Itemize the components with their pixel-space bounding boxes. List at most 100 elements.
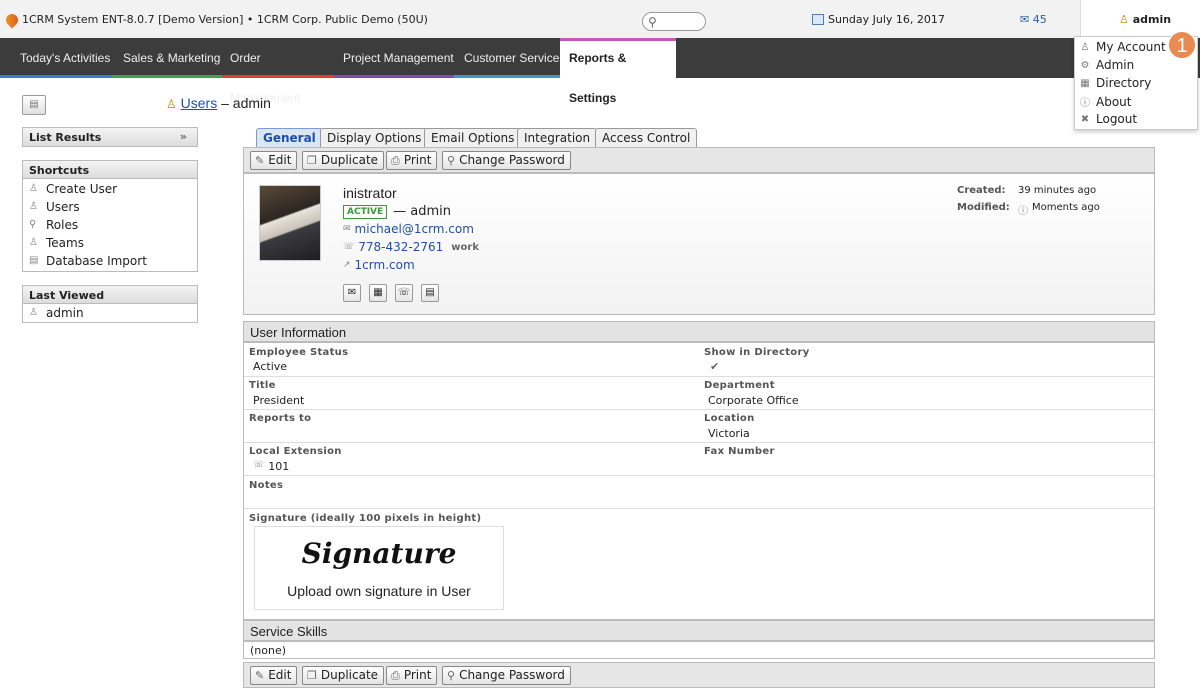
profile-status-row: ACTIVE — admin [343, 204, 451, 219]
duplicate-button[interactable]: ❐ Duplicate [302, 151, 385, 170]
nav-customer-service[interactable]: Customer Service [454, 38, 560, 78]
menu-item-my-account[interactable]: ♙ My Account [1079, 40, 1166, 54]
info-icon: ⓘ [1080, 98, 1090, 109]
change-password-button[interactable]: ⚲ Change Password [442, 666, 571, 685]
copy-icon: ❐ [307, 669, 317, 682]
nav-accent-bar [222, 75, 334, 78]
shortcut-users[interactable]: ♙ Users [23, 198, 197, 216]
location-value: Victoria [708, 427, 750, 440]
nav-accent-bar [0, 75, 112, 78]
main-nav: Today's Activities Sales & Marketing Ord… [0, 38, 1200, 105]
key-icon: ⚲ [29, 219, 37, 230]
tab-access-control[interactable]: Access Control [595, 128, 698, 147]
nav-reports-settings[interactable]: Reports & Settings [560, 38, 676, 105]
phone-icon: ☏ [343, 242, 355, 252]
sidebar-toggle-button[interactable]: ▤ [22, 95, 46, 115]
list-results-header[interactable]: List Results » [23, 128, 197, 146]
notes-label: Notes [249, 480, 284, 491]
close-icon: ✖ [1080, 113, 1090, 125]
profile-email-row: ✉ michael@1crm.com [343, 222, 474, 236]
tab-display-options[interactable]: Display Options [320, 128, 429, 147]
key-icon: ⚲ [447, 154, 456, 167]
profile-name: inistrator [343, 185, 397, 201]
pencil-icon: ✎ [255, 154, 265, 167]
breadcrumb-users-link[interactable]: Users [181, 95, 218, 111]
service-skills-panel: (none) [243, 641, 1155, 659]
tab-integration[interactable]: Integration [517, 128, 598, 147]
service-skills-value: (none) [250, 644, 287, 657]
app-title: 1CRM System ENT-8.0.7 [Demo Version] • 1… [3, 11, 428, 28]
nav-accent-bar [334, 75, 454, 78]
print-button[interactable]: ⎙ Print [386, 151, 438, 170]
signature-label: Signature (ideally 100 pixels in height) [249, 513, 482, 524]
gear-icon: ⚙ [1080, 59, 1090, 71]
tab-email-options[interactable]: Email Options [424, 128, 522, 147]
shortcut-create-user[interactable]: ♙ Create User [23, 180, 197, 198]
record-toolbar-bottom: ✎ Edit ❐ Duplicate ⎙ Print ⚲ Change Password [243, 662, 1155, 688]
nav-order-management[interactable]: Order Management [222, 38, 334, 105]
website-link[interactable]: 1crm.com [355, 258, 415, 272]
printer-icon: ⎙ [391, 669, 400, 682]
date-display[interactable]: Sunday July 16, 2017 [812, 13, 945, 26]
vcard-icon[interactable]: ▦ [369, 284, 387, 302]
profile-website-row: ↗ 1crm.com [343, 258, 415, 272]
breadcrumb: ♙ Users – admin [166, 95, 271, 111]
teams-icon: ♙ [29, 237, 38, 248]
menu-item-directory[interactable]: ▦ Directory [1079, 76, 1151, 90]
copy-icon: ❐ [307, 154, 317, 167]
pencil-icon: ✎ [255, 669, 265, 682]
shortcut-roles[interactable]: ⚲ Roles [23, 216, 197, 234]
phone-link[interactable]: 778-432-2761 [358, 240, 443, 254]
row-divider [244, 442, 1154, 443]
import-icon: ▤ [29, 255, 39, 266]
add-user-icon: ♙ [29, 183, 38, 194]
nav-todays-activities[interactable]: Today's Activities [0, 38, 112, 78]
profile-phone-row: ☏ 778-432-2761 work [343, 240, 479, 254]
local-extension-row: ☏ 101 [253, 460, 290, 473]
email-link[interactable]: michael@1crm.com [355, 222, 474, 236]
menu-item-logout[interactable]: ✖ Logout [1079, 112, 1137, 126]
list-results-box[interactable]: List Results » [22, 127, 198, 147]
user-icon: ♙ [1119, 13, 1129, 26]
row-divider [244, 409, 1154, 410]
change-password-button[interactable]: ⚲ Change Password [442, 151, 571, 170]
mail-count-link[interactable]: ✉ 45 [1020, 13, 1047, 26]
shortcuts-box: Shortcuts ♙ Create User ♙ Users ⚲ Roles ♙ Te… [22, 160, 198, 272]
search-input[interactable]: ⚲ [642, 12, 706, 31]
title-value: President [253, 394, 305, 407]
row-divider [244, 475, 1154, 476]
last-viewed-item[interactable]: ♙ admin [23, 304, 197, 322]
record-toolbar-top: ✎ Edit ❐ Duplicate ⎙ Print ⚲ Change Password [243, 147, 1155, 173]
print-button[interactable]: ⎙ Print [386, 666, 438, 685]
user-information-header: User Information [243, 321, 1155, 342]
duplicate-button[interactable]: ❐ Duplicate [302, 666, 385, 685]
user-icon: ♙ [1080, 41, 1090, 53]
menu-item-about[interactable]: ⓘ About [1079, 94, 1131, 110]
edit-button[interactable]: ✎ Edit [250, 666, 298, 685]
signature-image: Signature Upload own signature in User [254, 526, 504, 610]
edit-button[interactable]: ✎ Edit [250, 151, 298, 170]
call-icon[interactable]: ☏ [395, 284, 413, 302]
external-link-icon: ↗ [343, 260, 351, 270]
phone-icon: ☏ [253, 460, 265, 470]
directory-icon: ▦ [1080, 77, 1090, 89]
employee-status-label: Employee Status [249, 347, 349, 358]
shortcuts-header: Shortcuts [23, 161, 197, 179]
shortcut-database-import[interactable]: ▤ Database Import [23, 252, 197, 270]
send-email-icon[interactable]: ✉ [343, 284, 361, 302]
notes-icon[interactable]: ▤ [421, 284, 439, 302]
menu-item-admin[interactable]: ⚙ Admin [1079, 58, 1135, 72]
user-icon: ♙ [166, 97, 177, 111]
shortcut-teams[interactable]: ♙ Teams [23, 234, 197, 252]
reports-to-label: Reports to [249, 413, 312, 424]
tab-general[interactable]: General [256, 128, 323, 147]
nav-project-management[interactable]: Project Management [334, 38, 454, 78]
department-value: Corporate Office [708, 394, 799, 407]
key-icon: ⚲ [447, 669, 456, 682]
location-label: Location [704, 413, 755, 424]
printer-icon: ⎙ [391, 154, 400, 167]
envelope-icon: ✉ [1020, 13, 1030, 26]
status-badge: ACTIVE [343, 204, 388, 219]
nav-sales-marketing[interactable]: Sales & Marketing [112, 38, 222, 78]
1crm-logo-icon [3, 11, 21, 28]
